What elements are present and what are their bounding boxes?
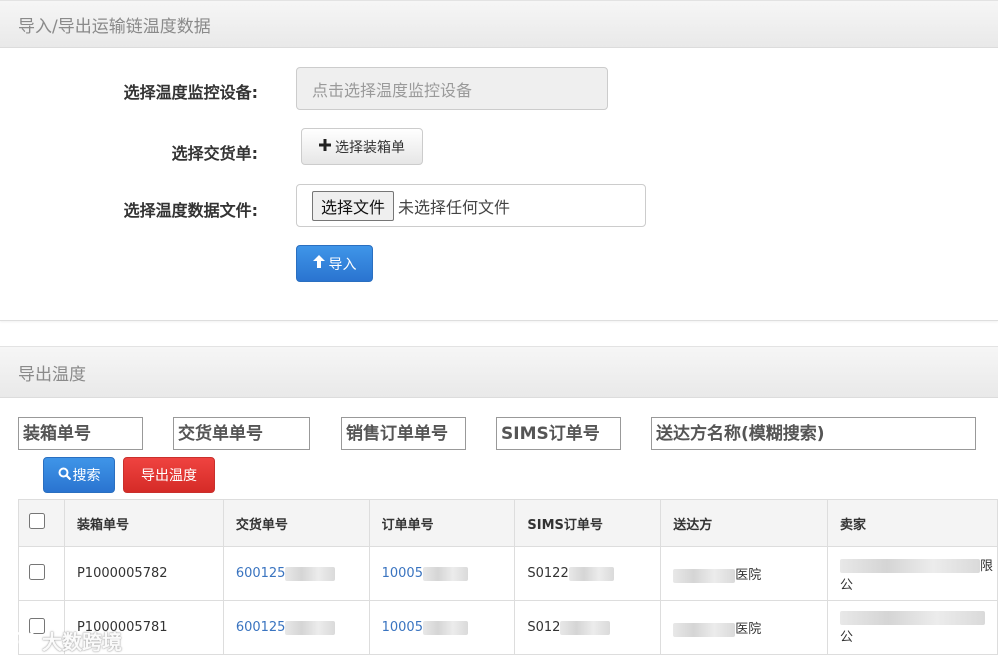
redacted-block [285, 566, 336, 581]
order-no-link[interactable]: 10005 [382, 620, 423, 635]
import-panel-title: 导入/导出运输链温度数据 [18, 16, 211, 37]
redacted-block [560, 620, 611, 635]
sims-order-filter[interactable] [496, 417, 621, 450]
table-header-row: 装箱单号 交货单号 订单单号 SIMS订单号 送达方 卖家 [18, 499, 998, 547]
export-temperature-button[interactable]: 导出温度 [123, 457, 215, 493]
export-button-label: 导出温度 [141, 468, 197, 484]
results-table: 装箱单号 交货单号 订单单号 SIMS订单号 送达方 卖家 P100000578… [18, 499, 998, 655]
delivery-label: 选择交货单: [171, 144, 258, 163]
device-placeholder: 点击选择温度监控设备 [312, 80, 473, 100]
packing-no-filter[interactable] [18, 417, 143, 450]
select-packing-button[interactable]: 选择装箱单 [301, 128, 423, 165]
redacted-block [568, 566, 614, 581]
redacted-block [285, 620, 336, 635]
redacted-block [839, 611, 985, 625]
watermark-text: 大数跨境 [42, 630, 122, 654]
delivery-no-link[interactable]: 600125 [236, 566, 286, 581]
table-row[interactable]: P1000005781 600125 10005 S012 医院 公 [18, 600, 998, 655]
delivery-no-filter[interactable] [173, 417, 310, 450]
import-button[interactable]: 导入 [296, 245, 373, 282]
column-header[interactable]: 订单单号 [368, 499, 516, 547]
search-button-label: 搜索 [72, 468, 101, 484]
seller-text: 公 [839, 629, 853, 645]
search-icon [58, 467, 71, 484]
column-header[interactable]: SIMS订单号 [514, 499, 662, 547]
export-panel-title: 导出温度 [18, 364, 86, 385]
column-header[interactable]: 装箱单号 [63, 499, 224, 547]
file-label: 选择温度数据文件: [123, 201, 258, 220]
plus-icon [319, 138, 331, 155]
column-header[interactable]: 交货单号 [222, 499, 370, 547]
device-label: 选择温度监控设备: [123, 83, 258, 102]
sims-no-text: S0122 [527, 566, 569, 581]
choose-file-button[interactable]: 选择文件 [312, 190, 395, 221]
recipient-text: 医院 [735, 622, 762, 637]
device-select-input[interactable]: 点击选择温度监控设备 [296, 67, 608, 110]
order-no-cell[interactable]: 10005 [368, 600, 516, 655]
sims-no-cell: S012 [514, 600, 662, 655]
redacted-block [422, 566, 468, 581]
export-panel-heading: 导出温度 [0, 346, 998, 398]
delivery-no-link[interactable]: 600125 [236, 620, 286, 635]
redacted-block [839, 559, 980, 573]
watermark: 大数跨境 [8, 626, 122, 655]
table-row[interactable]: P1000005782 600125 10005 S0122 医院 限公 [18, 546, 998, 601]
recipient-cell: 医院 [660, 546, 828, 601]
sims-no-cell: S0122 [514, 546, 662, 601]
column-header[interactable]: 卖家 [826, 499, 998, 547]
row-select-cell [18, 546, 65, 601]
recipient-name-filter[interactable] [651, 417, 976, 450]
import-button-label: 导入 [328, 256, 357, 273]
column-header[interactable]: 送达方 [660, 499, 828, 547]
row-checkbox[interactable] [29, 563, 45, 580]
arrow-up-icon [312, 255, 325, 272]
seller-cell: 限公 [826, 546, 998, 601]
order-no-cell[interactable]: 10005 [368, 546, 516, 601]
redacted-block [422, 620, 468, 635]
import-panel-heading: 导入/导出运输链温度数据 [0, 0, 998, 48]
redacted-block [673, 568, 736, 583]
select-packing-label: 选择装箱单 [335, 139, 405, 156]
sales-order-filter[interactable] [341, 417, 466, 450]
sims-no-text: S012 [527, 620, 561, 635]
file-input[interactable]: 选择文件 未选择任何文件 [296, 184, 646, 227]
search-button[interactable]: 搜索 [43, 457, 115, 493]
delivery-no-cell[interactable]: 600125 [222, 600, 370, 655]
packing-no-cell: P1000005782 [63, 546, 224, 601]
recipient-text: 医院 [735, 568, 762, 583]
file-status: 未选择任何文件 [398, 197, 511, 217]
watermark-logo-icon [8, 628, 36, 653]
redacted-block [673, 622, 736, 637]
order-no-link[interactable]: 10005 [382, 566, 423, 581]
recipient-cell: 医院 [660, 600, 828, 655]
delivery-no-cell[interactable]: 600125 [222, 546, 370, 601]
select-all-checkbox[interactable] [29, 513, 45, 529]
seller-cell: 公 [826, 600, 998, 655]
select-all-cell [18, 499, 65, 547]
